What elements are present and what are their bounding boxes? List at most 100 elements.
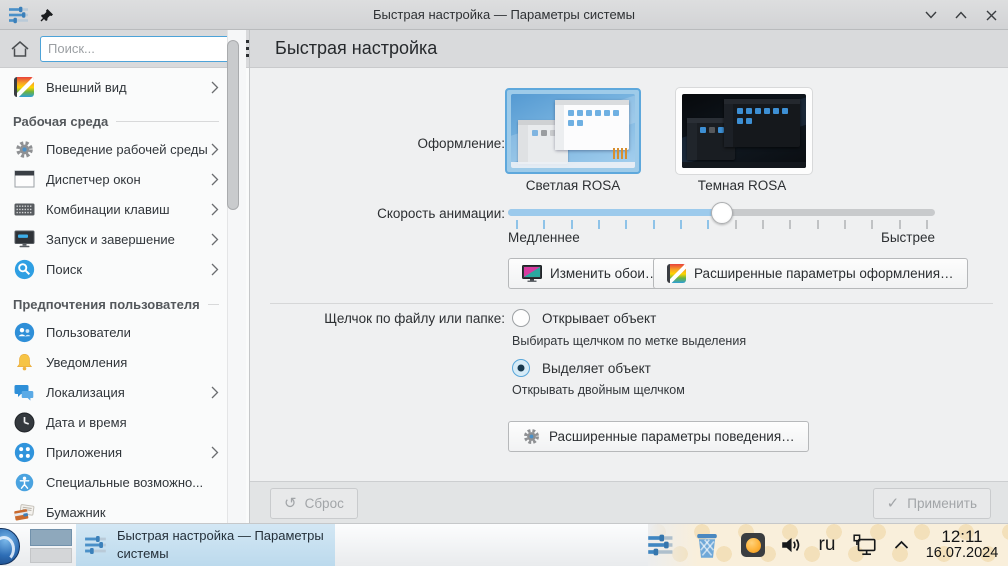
sidebar-section-workspace: Рабочая среда [0, 108, 249, 134]
chevron-right-icon [211, 386, 219, 399]
pin-icon[interactable] [40, 8, 54, 22]
clock-date: 16.07.2024 [926, 546, 999, 561]
reset-label: Сброс [305, 496, 344, 511]
advanced-appearance-label: Расширенные параметры оформления… [694, 266, 954, 281]
sidebar-scrollbar-thumb[interactable] [227, 40, 239, 210]
chat-bubbles-icon [13, 381, 35, 403]
change-wallpaper-button[interactable]: Изменить обои… [508, 258, 672, 289]
sidebar-item-startup-shutdown[interactable]: Запуск и завершение [0, 224, 249, 254]
sidebar-toolbar [0, 30, 249, 68]
monitor-icon [13, 228, 35, 250]
content: Быстрая настройка Оформление: [250, 30, 1008, 523]
theme-preview-light [511, 94, 635, 168]
advanced-appearance-button[interactable]: Расширенные параметры оформления… [653, 258, 968, 289]
advanced-behavior-button[interactable]: Расширенные параметры поведения… [508, 421, 809, 452]
screen: Быстрая настройка — Параметры системы [0, 0, 1008, 566]
theme-name-dark: Темная ROSA [672, 178, 812, 193]
click-behavior-label: Щелчок по файлу или папке: [250, 311, 505, 326]
desktop-1[interactable] [30, 529, 72, 546]
undo-icon: ↺ [284, 496, 297, 511]
sidebar-item-localization[interactable]: Локализация [0, 377, 249, 407]
sidebar-item-applications[interactable]: Приложения [0, 437, 249, 467]
home-button[interactable] [6, 35, 34, 63]
sidebar-item-date-time[interactable]: Дата и время [0, 407, 249, 437]
search-icon [13, 258, 35, 280]
sidebar-item-window-manager[interactable]: Диспетчер окон [0, 164, 249, 194]
sidebar-item-accessibility[interactable]: Специальные возможно... [0, 467, 249, 497]
sidebar-item-label: Пользователи [46, 325, 131, 340]
theme-name-light: Светлая ROSA [503, 178, 643, 193]
sidebar-scrollbar-track[interactable] [227, 30, 246, 523]
users-icon [13, 321, 35, 343]
chevron-right-icon [211, 203, 219, 216]
volume-icon[interactable] [774, 534, 808, 556]
content-header: Быстрая настройка [250, 30, 1008, 68]
appearance-icon [13, 76, 35, 98]
network-icon[interactable] [846, 533, 884, 557]
sidebar-item-wallet[interactable]: Бумажник [0, 497, 249, 523]
radio-button[interactable] [512, 309, 530, 327]
sidebar-item-label: Комбинации клавиш [46, 202, 170, 217]
animation-speed-label: Скорость анимации: [250, 206, 505, 221]
slider-ticks [517, 220, 927, 229]
theme-card[interactable] [505, 88, 641, 174]
minimize-button[interactable] [924, 8, 938, 22]
radio-option-label: Выделяет объект [542, 361, 651, 376]
sidebar-item-search[interactable]: Поиск [0, 254, 249, 284]
sidebar-item-appearance[interactable]: Внешний вид [0, 72, 249, 102]
radio-option-open[interactable]: Открывает объект [512, 309, 656, 327]
app-launcher-button[interactable] [0, 528, 20, 565]
apply-button[interactable]: ✓ Применить [873, 488, 991, 519]
task-title: Быстрая настройка — Параметры системы [117, 527, 327, 562]
animation-slider[interactable] [508, 209, 935, 216]
slider-fill [508, 209, 722, 216]
radio-button[interactable] [512, 359, 530, 377]
appearance-label: Оформление: [250, 136, 505, 151]
taskbar-task-settings[interactable]: Быстрая настройка — Параметры системы [76, 524, 335, 566]
advanced-behavior-label: Расширенные параметры поведения… [549, 429, 795, 444]
expand-tray-icon[interactable] [884, 540, 918, 550]
maximize-button[interactable] [954, 8, 968, 22]
app-sliders-icon [8, 6, 30, 24]
gear-icon [522, 427, 541, 446]
reset-button[interactable]: ↺ Сброс [270, 488, 358, 519]
check-icon: ✓ [887, 496, 900, 511]
content-body: Оформление: [250, 68, 1008, 481]
tray-settings-icon[interactable] [640, 533, 682, 557]
theme-card[interactable] [676, 88, 812, 174]
search-input[interactable] [40, 36, 232, 62]
taskbar: Быстрая настройка — Параметры системы [0, 523, 1008, 566]
close-button[interactable] [984, 8, 998, 22]
sidebar-item-label: Дата и время [46, 415, 127, 430]
sidebar-item-workspace-behavior[interactable]: Поведение рабочей среды [0, 134, 249, 164]
desktop-2[interactable] [30, 548, 72, 563]
bell-icon [13, 351, 35, 373]
trash-icon[interactable] [682, 530, 732, 560]
chevron-right-icon [211, 263, 219, 276]
chevron-right-icon [211, 143, 219, 156]
appearance-icon [667, 264, 686, 283]
sidebar-item-label: Приложения [46, 445, 122, 460]
sidebar-item-notifications[interactable]: Уведомления [0, 347, 249, 377]
chevron-right-icon [211, 173, 219, 186]
keyboard-layout-indicator[interactable]: ru [808, 534, 846, 556]
section-separator [270, 303, 993, 304]
keyboard-icon [13, 198, 35, 220]
session-light-icon[interactable] [732, 533, 774, 557]
sidebar-item-shortcuts[interactable]: Комбинации клавиш [0, 194, 249, 224]
sidebar-item-label: Поиск [46, 262, 82, 277]
gear-icon [13, 138, 35, 160]
sidebar-item-label: Внешний вид [46, 80, 127, 95]
theme-preview-dark [682, 94, 806, 168]
clock-widget[interactable]: 12:11 16.07.2024 [918, 528, 1006, 561]
chevron-right-icon [211, 446, 219, 459]
radio-option-label: Открывает объект [542, 311, 656, 326]
radio-option-select[interactable]: Выделяет объект [512, 359, 651, 377]
radio-option-description: Открывать двойным щелчком [512, 383, 685, 397]
accessibility-icon [13, 471, 35, 493]
sidebar-item-label: Диспетчер окон [46, 172, 141, 187]
sidebar-section-user-preferences: Предпочтения пользователя [0, 291, 249, 317]
sidebar-item-users[interactable]: Пользователи [0, 317, 249, 347]
virtual-desktop-pager[interactable] [30, 529, 72, 563]
slider-fast-label: Быстрее [508, 230, 935, 245]
